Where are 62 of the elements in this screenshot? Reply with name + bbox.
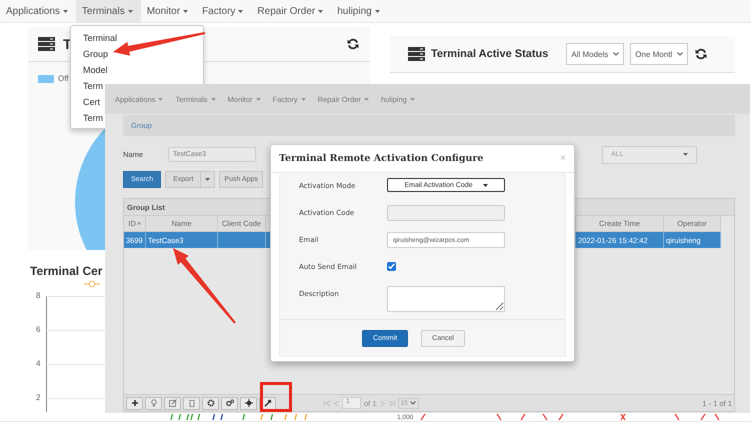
- caret-icon: [410, 98, 415, 100]
- caret-icon: [210, 98, 216, 100]
- nav-menu-item[interactable]: Repair Order: [251, 0, 332, 22]
- legend-label: Off: [58, 74, 69, 83]
- server-icon: [38, 37, 55, 51]
- gears-icon: [226, 399, 234, 407]
- description-field[interactable]: [387, 286, 505, 312]
- crosshair-icon: [244, 399, 252, 407]
- chevron-down-icon: [613, 52, 620, 56]
- card-title: Terminal Active Status: [431, 48, 548, 60]
- caret-icon: [183, 10, 188, 12]
- axis-tick-label: 6: [36, 326, 42, 334]
- dialog-title: Terminal Remote Activation Configure: [279, 153, 484, 164]
- axis-tick-label: 2: [36, 394, 42, 402]
- trash-icon: [188, 399, 196, 407]
- plus-icon: [130, 399, 138, 407]
- nav-menu-item[interactable]: Factory: [196, 0, 252, 22]
- nav-menu-item[interactable]: huliping: [331, 0, 388, 22]
- caret-icon: [158, 98, 164, 100]
- caret-icon: [238, 10, 244, 12]
- axis-tick-label: 8: [36, 292, 42, 300]
- caret-icon: [128, 10, 133, 12]
- menu-item[interactable]: Model: [71, 62, 108, 78]
- caret-icon: [318, 10, 324, 12]
- caret-icon: [364, 98, 369, 100]
- legend-marker-icon: [84, 280, 100, 288]
- wrench-icon: [264, 399, 272, 407]
- caret-icon: [683, 153, 688, 156]
- caret-icon: [256, 98, 261, 100]
- filter-select[interactable]: One Montl: [630, 43, 688, 65]
- highlight-frame: [260, 382, 292, 412]
- toolbar-button[interactable]: [221, 396, 238, 410]
- gear-icon: [206, 399, 214, 407]
- filter-select[interactable]: All Models: [566, 43, 624, 65]
- toolbar-button[interactable]: [126, 396, 143, 410]
- caret-icon: [62, 10, 68, 12]
- edit-icon: [168, 399, 176, 407]
- caret-icon: [300, 98, 306, 100]
- nav-menu-item[interactable]: Applications: [0, 0, 76, 22]
- export-menu-button[interactable]: [200, 171, 216, 188]
- caret-icon: [374, 10, 380, 12]
- card-title: Terminal Cer: [30, 264, 102, 278]
- menu-item[interactable]: Cert: [71, 94, 100, 110]
- chevron-down-icon: [677, 52, 684, 56]
- toolbar-button[interactable]: [240, 396, 257, 410]
- menu-item[interactable]: Group: [71, 46, 108, 62]
- nav-menu-item[interactable]: Monitor: [140, 0, 196, 22]
- caret-icon: [205, 178, 210, 181]
- chevron-down-icon: [410, 401, 416, 405]
- server-icon: [408, 47, 425, 61]
- nav-menu-item[interactable]: Terminals: [76, 0, 141, 22]
- lightbulb-icon: [150, 399, 158, 407]
- sort-icon: [136, 222, 141, 225]
- menu-item[interactable]: Term: [71, 110, 103, 126]
- menu-item[interactable]: Terminal: [71, 30, 118, 46]
- axis-tick-label: 4: [36, 360, 42, 368]
- menu-item[interactable]: Term: [71, 78, 103, 94]
- toolbar-button[interactable]: [202, 396, 219, 410]
- refresh-icon[interactable]: [346, 37, 360, 51]
- checkbox[interactable]: [387, 262, 396, 271]
- refresh-icon[interactable]: [694, 47, 708, 61]
- caret-icon: [482, 184, 488, 186]
